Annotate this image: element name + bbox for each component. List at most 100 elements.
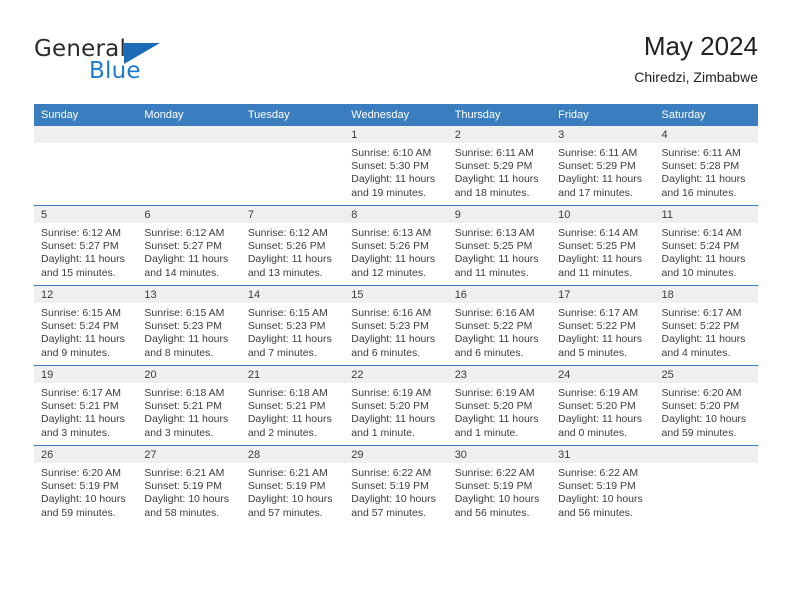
sunset-text: Sunset: 5:29 PM xyxy=(558,160,636,173)
daylight-text-line2: and 1 minute. xyxy=(454,426,519,439)
calendar-day-cell[interactable]: 13 Sunrise: 6:15 AM Sunset: 5:23 PM Dayligh… xyxy=(137,285,241,366)
sunset-text: Sunset: 5:22 PM xyxy=(454,320,533,333)
calendar-day-cell[interactable]: 24 Sunrise: 6:19 AM Sunset: 5:20 PM Dayligh… xyxy=(551,365,655,446)
sunrise-text: Sunrise: 6:11 AM xyxy=(661,147,741,159)
day-number: 31 xyxy=(551,446,655,463)
day-number: 13 xyxy=(137,286,241,303)
calendar-day-cell[interactable]: 15 Sunrise: 6:16 AM Sunset: 5:23 PM Dayligh… xyxy=(344,285,448,366)
calendar-day-cell[interactable]: 22 Sunrise: 6:19 AM Sunset: 5:20 PM Dayligh… xyxy=(344,365,448,446)
calendar-day-cell[interactable]: 8 Sunrise: 6:13 AM Sunset: 5:26 PM Daylight… xyxy=(344,205,448,286)
daylight-text-line1: Daylight: 10 hours xyxy=(41,493,126,506)
daylight-text-line2: and 13 minutes. xyxy=(247,266,323,279)
calendar-day-cell[interactable]: 3 Sunrise: 6:11 AM Sunset: 5:29 PM Daylight… xyxy=(551,126,655,206)
day-number: 5 xyxy=(34,206,138,223)
calendar-day-cell[interactable]: 4 Sunrise: 6:11 AM Sunset: 5:28 PM Daylight… xyxy=(654,126,758,206)
day-number: 20 xyxy=(137,366,241,383)
day-number: 16 xyxy=(447,286,552,303)
sunrise-text: Sunrise: 6:18 AM xyxy=(247,387,328,399)
day-number: 1 xyxy=(344,126,448,143)
sunset-text: Sunset: 5:28 PM xyxy=(661,160,740,173)
day-number: 30 xyxy=(447,446,552,463)
sunset-text: Sunset: 5:19 PM xyxy=(558,480,636,493)
calendar-day-cell[interactable]: 6 Sunrise: 6:12 AM Sunset: 5:27 PM Daylight… xyxy=(137,205,241,286)
sunrise-text: Sunrise: 6:17 AM xyxy=(558,307,639,319)
calendar-day-cell[interactable]: 5 Sunrise: 6:12 AM Sunset: 5:27 PM Daylight… xyxy=(34,205,138,286)
sunset-text: Sunset: 5:27 PM xyxy=(41,240,119,253)
sunrise-text: Sunrise: 6:15 AM xyxy=(41,307,121,319)
day-details: Sunrise: 6:13 AM Sunset: 5:26 PM Daylight:… xyxy=(344,223,447,280)
sunset-text: Sunset: 5:19 PM xyxy=(247,480,326,493)
calendar-day-cell[interactable]: 12 Sunrise: 6:15 AM Sunset: 5:24 PM Dayligh… xyxy=(34,285,138,366)
sunset-text: Sunset: 5:27 PM xyxy=(144,240,223,253)
day-details: Sunrise: 6:13 AM Sunset: 5:25 PM Daylight:… xyxy=(448,223,551,280)
calendar-day-cell[interactable]: 14 Sunrise: 6:15 AM Sunset: 5:23 PM Dayligh… xyxy=(240,285,345,366)
sunrise-text: Sunrise: 6:16 AM xyxy=(351,307,432,319)
day-details: Sunrise: 6:20 AM Sunset: 5:20 PM Daylight:… xyxy=(655,383,758,440)
sunset-text: Sunset: 5:20 PM xyxy=(454,400,533,413)
daylight-text-line1: Daylight: 11 hours xyxy=(454,253,539,266)
calendar-day-cell[interactable]: 16 Sunrise: 6:16 AM Sunset: 5:22 PM Dayligh… xyxy=(447,285,552,366)
day-details: Sunrise: 6:19 AM Sunset: 5:20 PM Daylight:… xyxy=(344,383,447,440)
daylight-text-line2: and 18 minutes. xyxy=(454,186,530,199)
sunrise-text: Sunrise: 6:16 AM xyxy=(454,307,535,319)
calendar-day-cell[interactable]: 17 Sunrise: 6:17 AM Sunset: 5:22 PM Dayligh… xyxy=(551,285,655,366)
sunset-text: Sunset: 5:20 PM xyxy=(558,400,636,413)
calendar-day-cell[interactable]: 29 Sunrise: 6:22 AM Sunset: 5:19 PM Dayligh… xyxy=(344,445,448,525)
daylight-text-line2: and 15 minutes. xyxy=(41,266,116,279)
daylight-text-line1: Daylight: 11 hours xyxy=(558,253,642,266)
sunrise-text: Sunrise: 6:19 AM xyxy=(454,387,535,399)
daylight-text-line2: and 19 minutes. xyxy=(351,186,426,199)
daylight-text-line2: and 58 minutes. xyxy=(144,506,220,519)
sunset-text: Sunset: 5:19 PM xyxy=(454,480,533,493)
general-blue-logo: General Blue xyxy=(34,36,214,86)
calendar-day-cell[interactable]: 11 Sunrise: 6:14 AM Sunset: 5:24 PM Dayligh… xyxy=(654,205,758,286)
sunset-text: Sunset: 5:24 PM xyxy=(41,320,119,333)
day-number: 18 xyxy=(654,286,758,303)
calendar-day-cell[interactable]: 18 Sunrise: 6:17 AM Sunset: 5:22 PM Dayligh… xyxy=(654,285,758,366)
calendar-day-cell[interactable]: 19 Sunrise: 6:17 AM Sunset: 5:21 PM Dayligh… xyxy=(34,365,138,446)
day-details: Sunrise: 6:12 AM Sunset: 5:27 PM Daylight:… xyxy=(34,223,137,280)
sunrise-text: Sunrise: 6:13 AM xyxy=(351,227,432,239)
calendar-day-cell[interactable]: 7 Sunrise: 6:12 AM Sunset: 5:26 PM Daylight… xyxy=(240,205,345,286)
daylight-text-line1: Daylight: 11 hours xyxy=(454,173,539,186)
sunset-text: Sunset: 5:23 PM xyxy=(144,320,223,333)
weekday-header-thursday: Thursday xyxy=(447,104,552,126)
daylight-text-line2: and 14 minutes. xyxy=(144,266,220,279)
calendar-table: Sunday Monday Tuesday Wednesday Thursday Frid… xyxy=(34,104,758,525)
day-details: Sunrise: 6:17 AM Sunset: 5:22 PM Daylight:… xyxy=(551,303,654,360)
calendar-day-cell[interactable]: 31 Sunrise: 6:22 AM Sunset: 5:19 PM Dayligh… xyxy=(551,445,655,525)
day-details: Sunrise: 6:14 AM Sunset: 5:24 PM Daylight:… xyxy=(655,223,758,280)
daylight-text-line1: Daylight: 11 hours xyxy=(247,413,332,426)
sunset-text: Sunset: 5:29 PM xyxy=(454,160,533,173)
sunrise-text: Sunrise: 6:20 AM xyxy=(41,467,121,479)
calendar-day-cell[interactable]: 28 Sunrise: 6:21 AM Sunset: 5:19 PM Dayligh… xyxy=(240,445,345,525)
weekday-header-wednesday: Wednesday xyxy=(344,104,448,126)
calendar-week-row: 5 Sunrise: 6:12 AM Sunset: 5:27 PM Daylight… xyxy=(34,205,758,286)
daylight-text-line1: Daylight: 11 hours xyxy=(558,333,642,346)
calendar-day-cell[interactable]: 21 Sunrise: 6:18 AM Sunset: 5:21 PM Dayligh… xyxy=(240,365,345,446)
weekday-header: Sunday Monday Tuesday Wednesday Thursday Frid… xyxy=(34,104,758,126)
calendar-header-row: Sunday Monday Tuesday Wednesday Thursday Frid… xyxy=(34,104,758,126)
calendar-day-cell[interactable]: 9 Sunrise: 6:13 AM Sunset: 5:25 PM Daylight… xyxy=(447,205,552,286)
calendar-day-cell[interactable]: 30 Sunrise: 6:22 AM Sunset: 5:19 PM Dayligh… xyxy=(447,445,552,525)
calendar-day-cell[interactable]: 20 Sunrise: 6:18 AM Sunset: 5:21 PM Dayligh… xyxy=(137,365,241,446)
day-number: 4 xyxy=(654,126,758,143)
day-details: Sunrise: 6:11 AM Sunset: 5:28 PM Daylight:… xyxy=(655,143,758,200)
calendar-day-cell[interactable]: 25 Sunrise: 6:20 AM Sunset: 5:20 PM Dayligh… xyxy=(654,365,758,446)
sunset-text: Sunset: 5:25 PM xyxy=(558,240,636,253)
calendar-day-cell[interactable]: 1 Sunrise: 6:10 AM Sunset: 5:30 PM Daylight… xyxy=(344,126,448,206)
calendar-day-cell[interactable]: 23 Sunrise: 6:19 AM Sunset: 5:20 PM Dayligh… xyxy=(447,365,552,446)
day-number: 14 xyxy=(240,286,345,303)
calendar-day-cell[interactable]: 27 Sunrise: 6:21 AM Sunset: 5:19 PM Dayligh… xyxy=(137,445,241,525)
sunset-text: Sunset: 5:20 PM xyxy=(351,400,429,413)
logo-text-blue: Blue xyxy=(89,58,141,84)
sunrise-text: Sunrise: 6:18 AM xyxy=(144,387,225,399)
day-details: Sunrise: 6:14 AM Sunset: 5:25 PM Daylight:… xyxy=(551,223,654,280)
daylight-text-line1: Daylight: 11 hours xyxy=(144,333,229,346)
weekday-header-saturday: Saturday xyxy=(654,104,758,126)
calendar-week-row: 26 Sunrise: 6:20 AM Sunset: 5:19 PM Dayligh… xyxy=(34,445,758,525)
calendar-day-cell[interactable]: 26 Sunrise: 6:20 AM Sunset: 5:19 PM Dayligh… xyxy=(34,445,138,525)
sunrise-text: Sunrise: 6:19 AM xyxy=(558,387,639,399)
calendar-day-cell[interactable]: 2 Sunrise: 6:11 AM Sunset: 5:29 PM Daylight… xyxy=(447,126,552,206)
calendar-day-cell[interactable]: 10 Sunrise: 6:14 AM Sunset: 5:25 PM Dayligh… xyxy=(551,205,655,286)
